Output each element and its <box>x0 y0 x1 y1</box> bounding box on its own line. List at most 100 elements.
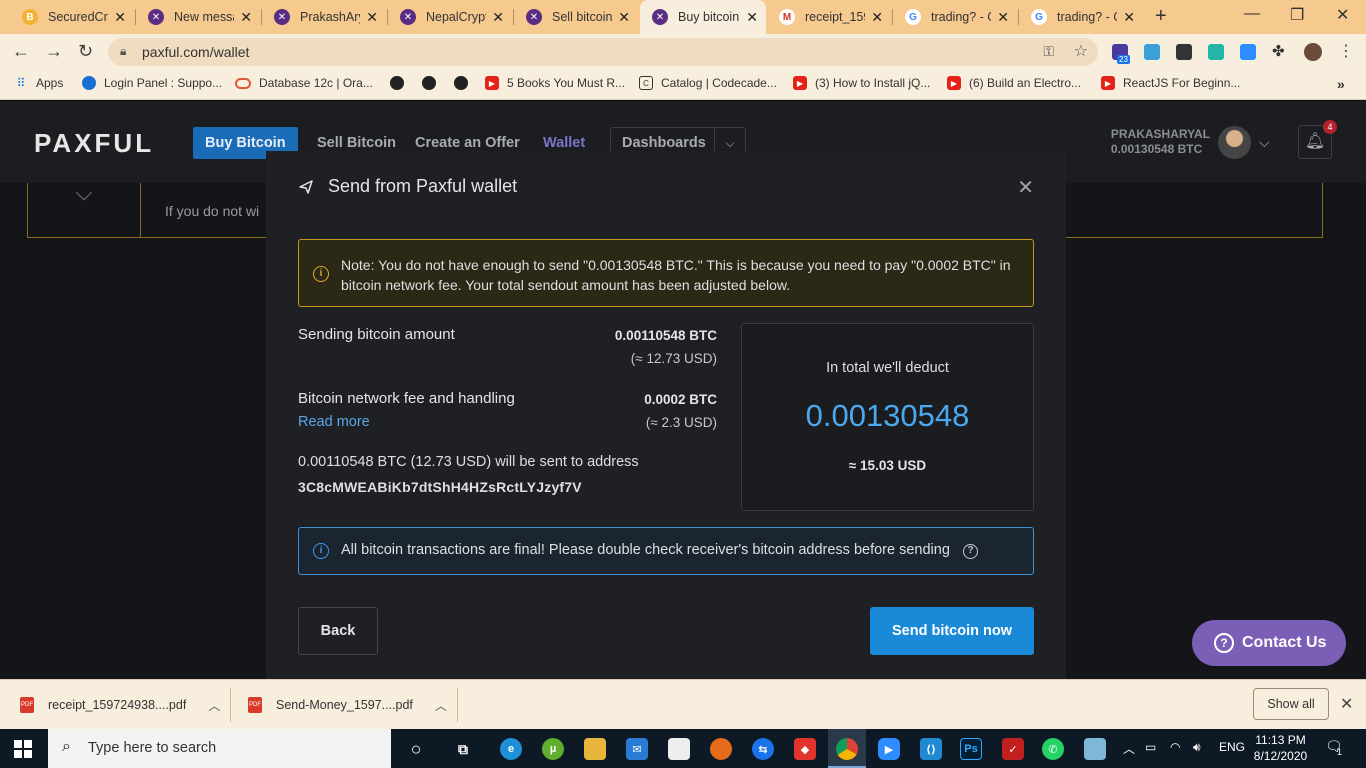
bookmark-item[interactable]: C Catalog | Codecade... <box>639 76 777 90</box>
youtube-icon: ▶ <box>947 76 961 90</box>
notepad-icon[interactable] <box>1084 738 1106 760</box>
browser-tab[interactable]: ✕ New messa ✕ <box>136 0 260 34</box>
chevron-up-icon[interactable]: ︿ <box>1123 740 1135 757</box>
url-text[interactable]: paxful.com/wallet <box>142 44 249 60</box>
photoshop-icon[interactable]: Ps <box>960 738 982 760</box>
bookmark-item[interactable]: Database 12c | Ora... <box>235 76 373 90</box>
show-all-button[interactable]: Show all <box>1253 688 1329 720</box>
whatsapp-icon[interactable]: ✆ <box>1042 738 1064 760</box>
close-window-icon[interactable]: ✕ <box>1336 5 1349 25</box>
browser-tab[interactable]: ✕ NepalCrypt ✕ <box>388 0 512 34</box>
paxful-logo[interactable]: PAXFUL <box>34 128 154 159</box>
browser-tab-active[interactable]: ✕ Buy bitcoin ✕ <box>640 0 766 34</box>
reload-icon[interactable]: ↻ <box>78 41 93 62</box>
browser-tab[interactable]: G trading? - C ✕ <box>1019 0 1143 34</box>
zoom-extension-icon[interactable] <box>1240 44 1256 60</box>
browser-tab[interactable]: B SecuredCry ✕ <box>10 0 134 34</box>
read-more-link[interactable]: Read more <box>298 414 370 430</box>
google-icon: G <box>905 9 921 25</box>
extension-icon[interactable] <box>1176 44 1192 60</box>
document-icon[interactable] <box>668 738 690 760</box>
extension-icon[interactable] <box>1208 44 1224 60</box>
wifi-icon[interactable]: ◠ <box>1170 740 1180 754</box>
language-indicator[interactable]: ENG <box>1219 740 1245 754</box>
zoom-icon[interactable]: ▶ <box>878 738 900 760</box>
antivirus-icon[interactable]: ✓ <box>1002 738 1024 760</box>
download-item[interactable]: PDF Send-Money_1597....pdf ︿ <box>248 680 447 730</box>
tab-close-icon[interactable]: ✕ <box>871 9 883 26</box>
taskbar-clock[interactable]: 11:13 PM 8/12/2020 <box>1248 732 1313 764</box>
puzzle-extensions-icon[interactable]: ✤ <box>1272 42 1288 60</box>
tab-close-icon[interactable]: ✕ <box>114 9 126 26</box>
file-explorer-icon[interactable] <box>584 738 606 760</box>
bookmark-star-icon[interactable]: ☆ <box>1074 41 1088 61</box>
bookmark-item[interactable]: ▶ ReactJS For Beginn... <box>1101 76 1240 90</box>
tab-close-icon[interactable]: ✕ <box>997 9 1009 26</box>
bookmark-label: Database 12c | Ora... <box>259 76 373 90</box>
bookmarks-overflow-icon[interactable]: » <box>1337 76 1345 92</box>
profile-avatar[interactable] <box>1304 43 1322 61</box>
contact-us-button[interactable]: ? Contact Us <box>1192 620 1346 666</box>
cortana-icon[interactable]: ○ <box>405 738 427 760</box>
avatar[interactable] <box>1218 126 1251 159</box>
task-view-icon[interactable]: ⧉ <box>452 738 474 760</box>
tab-close-icon[interactable]: ✕ <box>1123 9 1135 26</box>
mail-icon[interactable]: ✉ <box>626 738 648 760</box>
tab-close-icon[interactable]: ✕ <box>618 9 630 26</box>
address-bar[interactable]: 🔒︎ paxful.com/wallet ⚿ ☆ <box>108 38 1098 66</box>
browser-tab[interactable]: ✕ PrakashAry ✕ <box>262 0 386 34</box>
close-icon[interactable]: ✕ <box>1340 694 1353 714</box>
bookmark-item[interactable]: ▶ (3) How to Install jQ... <box>793 76 930 90</box>
tab-close-icon[interactable]: ✕ <box>746 9 758 26</box>
bookmark-item[interactable]: ▶ (6) Build an Electro... <box>947 76 1081 90</box>
back-arrow-icon[interactable]: ← <box>12 41 30 62</box>
download-item[interactable]: PDF receipt_159724938....pdf ︿ <box>20 680 220 730</box>
windows-start-icon[interactable] <box>14 740 32 758</box>
user-summary[interactable]: PRAKASHARYAL 0.00130548 BTC <box>1111 127 1210 156</box>
bookmark-apps[interactable]: ⠿ Apps <box>14 76 64 90</box>
gmail-icon: M <box>779 9 795 25</box>
chevron-down-icon[interactable]: ⌵ <box>1259 134 1270 151</box>
downloads-bar: PDF receipt_159724938....pdf ︿ PDF Send-… <box>0 679 1366 729</box>
edge-icon[interactable]: e <box>500 738 522 760</box>
extension-icon[interactable] <box>1144 44 1160 60</box>
browser-tab[interactable]: M receipt_159 ✕ <box>767 0 891 34</box>
bookmark-globe[interactable] <box>454 76 476 90</box>
vscode-icon[interactable]: ⟨⟩ <box>920 738 942 760</box>
key-icon[interactable]: ⚿ <box>1043 43 1054 60</box>
chrome-icon[interactable] <box>836 738 858 760</box>
youtube-icon: ▶ <box>793 76 807 90</box>
tab-close-icon[interactable]: ✕ <box>492 9 504 26</box>
username: PRAKASHARYAL <box>1110 127 1210 141</box>
anydesk-icon[interactable]: ◆ <box>794 738 816 760</box>
chevron-down-icon[interactable]: ⌵ <box>28 182 141 238</box>
bookmark-item[interactable]: ▶ 5 Books You Must R... <box>485 76 625 90</box>
fee-note-text: Note: You do not have enough to send "0.… <box>341 257 1011 293</box>
bookmark-globe[interactable] <box>390 76 412 90</box>
taskbar-search[interactable]: ⌕ Type here to search <box>48 729 391 768</box>
firefox-icon[interactable] <box>710 738 732 760</box>
teamviewer-icon[interactable]: ⇆ <box>752 738 774 760</box>
menu-dots-icon[interactable]: ⋮ <box>1338 41 1354 61</box>
forward-arrow-icon[interactable]: → <box>45 41 63 62</box>
utorrent-icon[interactable]: µ <box>542 738 564 760</box>
tab-label: trading? - C <box>931 10 992 24</box>
chevron-up-icon[interactable]: ︿ <box>435 697 447 714</box>
tab-close-icon[interactable]: ✕ <box>240 9 252 26</box>
minimize-icon[interactable]: — <box>1244 5 1260 23</box>
new-tab-button[interactable]: + <box>1155 5 1167 28</box>
battery-icon[interactable]: ▭ <box>1145 740 1156 754</box>
help-question-icon[interactable]: ? <box>963 544 978 559</box>
send-bitcoin-now-button[interactable]: Send bitcoin now <box>870 607 1034 655</box>
bookmark-item[interactable]: Login Panel : Suppo... <box>82 76 222 90</box>
volume-icon[interactable]: 🔊︎ <box>1193 740 1201 755</box>
browser-tab[interactable]: G trading? - C ✕ <box>893 0 1017 34</box>
bookmarks-bar: ⠿ Apps Login Panel : Suppo... Database 1… <box>0 70 1366 100</box>
bookmark-globe[interactable] <box>422 76 444 90</box>
browser-tab[interactable]: ✕ Sell bitcoin ✕ <box>514 0 638 34</box>
restore-icon[interactable]: ❐ <box>1290 5 1304 25</box>
back-button[interactable]: Back <box>298 607 378 655</box>
close-icon[interactable]: ✕ <box>1017 175 1034 200</box>
tab-close-icon[interactable]: ✕ <box>366 9 378 26</box>
chevron-up-icon[interactable]: ︿ <box>208 697 220 714</box>
